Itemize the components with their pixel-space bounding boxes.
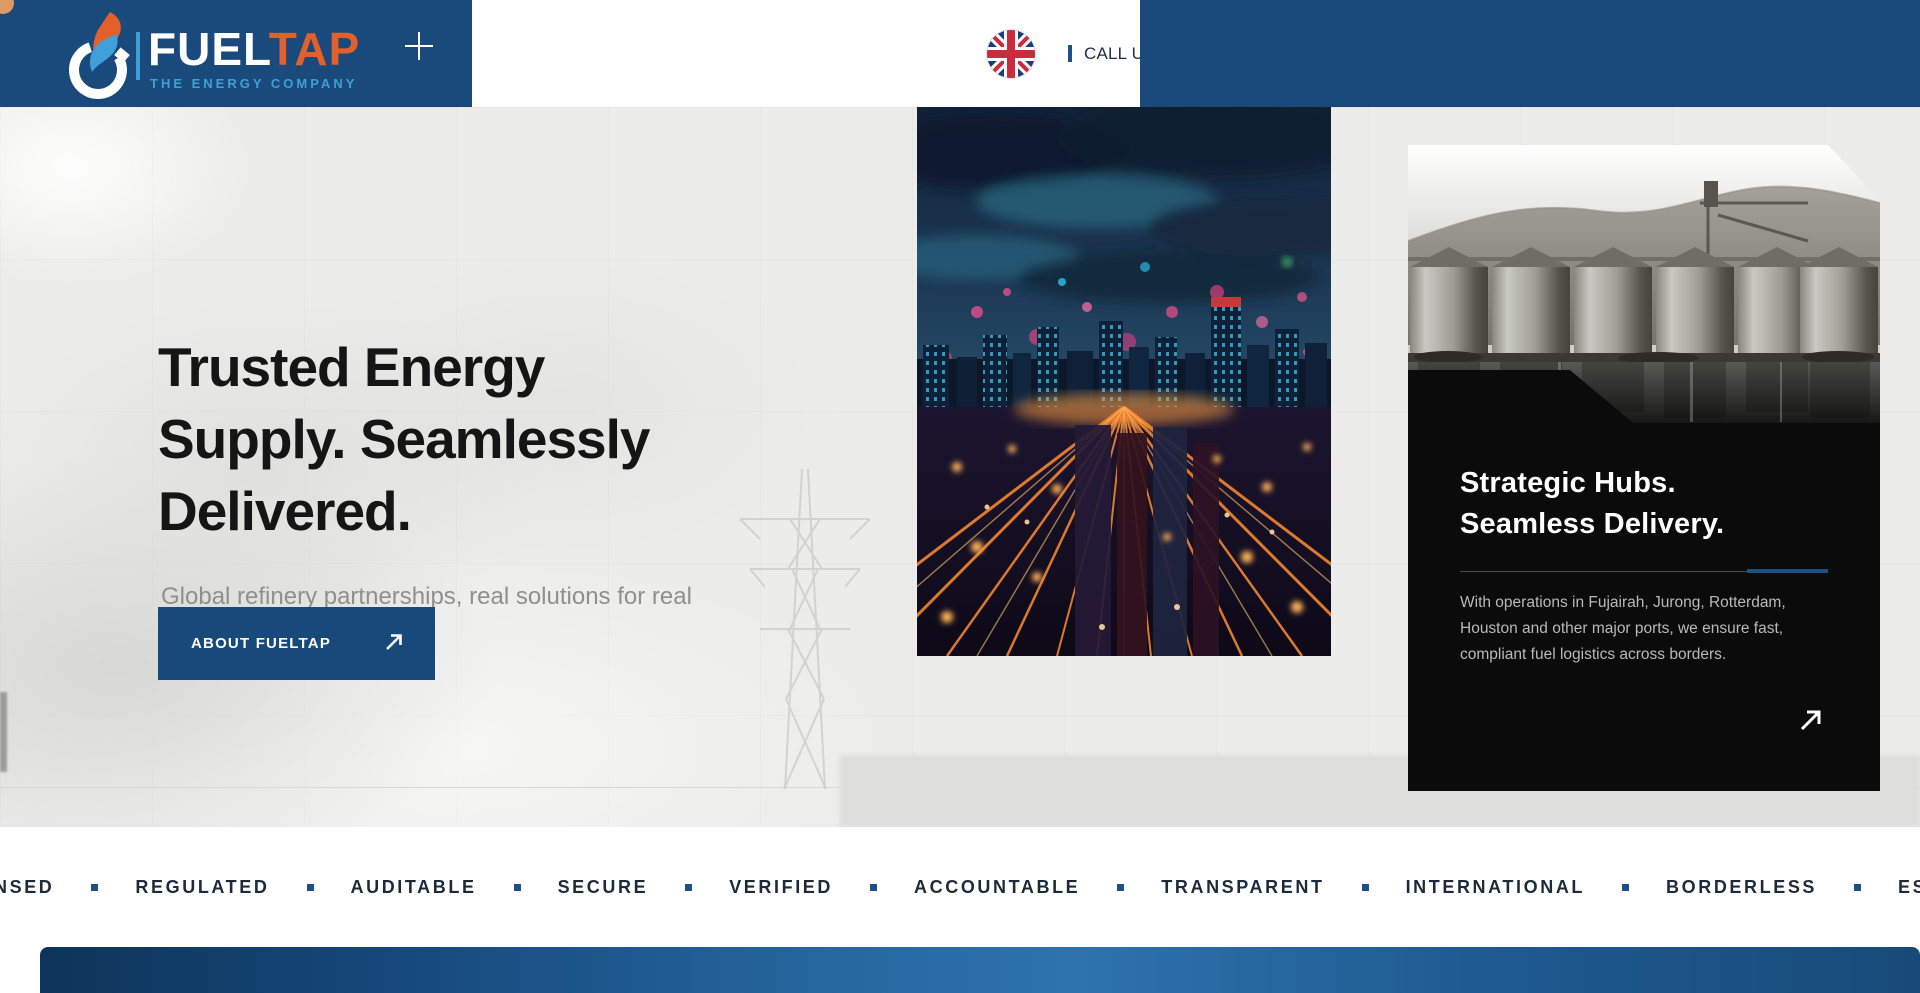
ticker-word: INTERNATIONAL — [1406, 877, 1585, 898]
logo-wordmark: FUELTAP — [148, 26, 360, 72]
square-separator — [1362, 884, 1369, 891]
square-separator — [685, 884, 692, 891]
card-body-text: With operations in Fujairah, Jurong, Rot… — [1460, 590, 1810, 668]
ticker-word: AUDITABLE — [351, 877, 477, 898]
tick-decoration — [1068, 45, 1072, 62]
ticker-word: SECURE — [558, 877, 649, 898]
fueltap-logo[interactable]: FUELTAP THE ENERGY COMPANY — [64, 10, 364, 102]
square-separator — [91, 884, 98, 891]
square-separator — [1117, 884, 1124, 891]
about-fueltap-label: ABOUT FUELTAP — [191, 635, 331, 652]
corner-decoration — [0, 0, 14, 14]
arrow-up-right-icon[interactable] — [1798, 707, 1824, 738]
trust-ticker: NSED REGULATED AUDITABLE SECURE VERIFIED… — [0, 827, 1920, 947]
arrow-up-right-icon — [383, 631, 405, 658]
background-pole — [0, 692, 7, 772]
ticker-word: ACCOUNTABLE — [914, 877, 1080, 898]
rail-yard-night-photo — [917, 107, 1331, 656]
hero-title-line: Trusted Energy — [158, 331, 650, 403]
square-separator — [870, 884, 877, 891]
hero-title-line: Delivered. — [158, 475, 650, 547]
header: FUELTAP THE ENERGY COMPANY CALL US: +603… — [0, 0, 1920, 107]
ticker-word: TRANSPARENT — [1161, 877, 1324, 898]
header-cta-section: REACH OUT — [1140, 0, 1920, 107]
square-separator — [514, 884, 521, 891]
hero-title-line: Supply. Seamlessly — [158, 403, 650, 475]
ticker-word: BORDERLESS — [1666, 877, 1817, 898]
square-separator — [1854, 884, 1861, 891]
uk-flag-icon[interactable] — [986, 29, 1036, 79]
ticker-word: REGULATED — [135, 877, 269, 898]
ticker-word: ESTABLISHED — [1898, 877, 1920, 898]
next-section-banner — [40, 947, 1920, 993]
header-logo-section: FUELTAP THE ENERGY COMPANY — [0, 0, 472, 107]
square-separator — [307, 884, 314, 891]
ticker-row: NSED REGULATED AUDITABLE SECURE VERIFIED… — [0, 827, 1920, 947]
transmission-tower-silhouette — [730, 459, 880, 789]
logo-divider — [136, 32, 140, 80]
card-title-line: Seamless Delivery. — [1460, 504, 1724, 545]
ticker-word: NSED — [0, 877, 54, 898]
hero-title: Trusted Energy Supply. Seamlessly Delive… — [158, 331, 650, 547]
ticker-word: VERIFIED — [729, 877, 833, 898]
strategic-hubs-card[interactable]: Strategic Hubs. Seamless Delivery. With … — [1408, 370, 1880, 791]
hero-section: Trusted Energy Supply. Seamlessly Delive… — [0, 107, 1920, 827]
card-title-line: Strategic Hubs. — [1460, 463, 1724, 504]
card-title: Strategic Hubs. Seamless Delivery. — [1460, 463, 1724, 545]
card-divider — [1460, 568, 1828, 573]
menu-plus-icon[interactable] — [403, 30, 435, 62]
logo-tagline: THE ENERGY COMPANY — [150, 76, 357, 91]
square-separator — [1622, 884, 1629, 891]
about-fueltap-button[interactable]: ABOUT FUELTAP — [158, 607, 435, 680]
header-contact-section: CALL US: +603-7887-9194 MAIL US: BUSINES… — [472, 0, 1140, 107]
